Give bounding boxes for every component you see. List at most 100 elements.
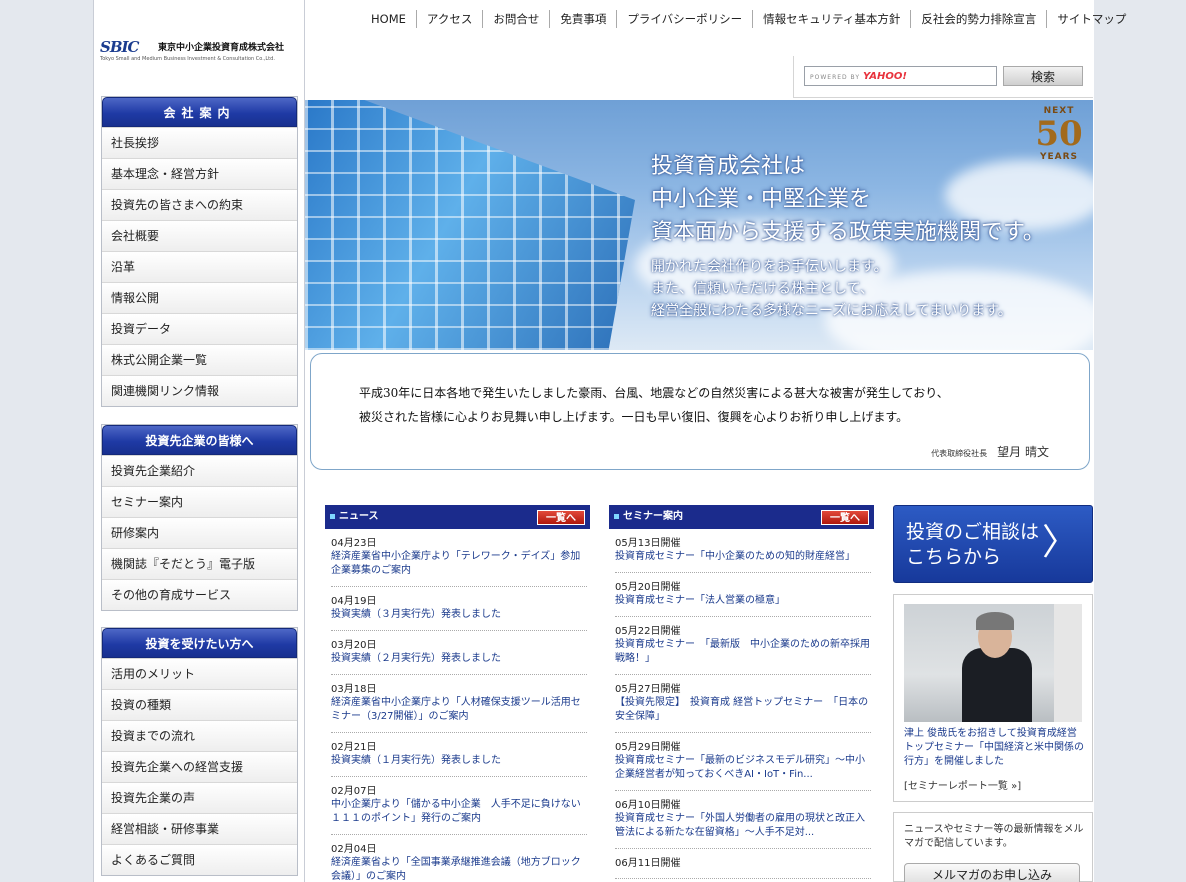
photo-background-board — [1054, 604, 1082, 722]
menu-item-related-links[interactable]: 関連機関リンク情報 — [102, 375, 297, 406]
news-date: 02月07日 — [331, 786, 377, 797]
news-link[interactable]: 経済産業省中小企業庁より「テレワーク・デイズ」参加企業募集のご案内 — [331, 550, 587, 578]
seminar-link[interactable]: 投資育成セミナー「外国人労働者の雇用の現状と改正入管法による新たな在留資格」～人… — [615, 812, 871, 840]
speaker-photo[interactable] — [904, 604, 1082, 722]
consultation-text: 投資のご相談は こちらから — [906, 520, 1039, 570]
logo-name-en: Tokyo Small and Medium Business Investme… — [100, 56, 275, 62]
menu-item-investment-data[interactable]: 投資データ — [102, 313, 297, 344]
seminar-link[interactable]: 投資育成セミナー「法人営業の極意」 — [615, 594, 871, 608]
report-list-link[interactable]: [セミナーレポート一覧 »] — [904, 777, 1021, 792]
menu-item-history[interactable]: 沿革 — [102, 251, 297, 282]
menu-item-seminars[interactable]: セミナー案内 — [102, 486, 297, 517]
news-link[interactable]: 投資実績（３月実行先）発表しました — [331, 608, 587, 622]
consultation-banner[interactable]: 投資のご相談は こちらから 〉 — [893, 505, 1093, 583]
news-link[interactable]: 経済産業省中小企業庁より「人材確保支援ツール活用セミナー（3/27開催）」のご案… — [331, 696, 587, 724]
menu-item-other-services[interactable]: その他の育成サービス — [102, 579, 297, 610]
seminar-item: 05月13日開催 投資育成セミナー「中小企業のための知的財産経営」 — [615, 529, 871, 573]
top-nav: HOME アクセス お問合せ 免責事項 プライバシーポリシー 情報セキュリティ基… — [361, 10, 1136, 28]
news-item: 02月07日 中小企業庁より「儲かる中小企業 人手不足に負けない１１１のポイント」… — [331, 777, 587, 835]
news-item: 02月21日 投資実績（１月実行先）発表しました — [331, 733, 587, 777]
news-more-button[interactable]: 一覧へ — [537, 510, 585, 525]
seminar-item: 05月27日開催 【投資先限定】 投資育成 経営トップセミナー 「日本の安全保障」 — [615, 675, 871, 733]
photo-speaker-body — [962, 648, 1032, 722]
menu-item-public-companies[interactable]: 株式公開企業一覧 — [102, 344, 297, 375]
yahoo-logo: YAHOO! — [862, 71, 907, 82]
seminar-date: 05月22日開催 — [615, 626, 681, 637]
menu-item-training[interactable]: 研修案内 — [102, 517, 297, 548]
menu-item-profile[interactable]: 会社概要 — [102, 220, 297, 251]
menu-item-greeting[interactable]: 社長挨拶 — [102, 127, 297, 158]
menu-prospective: 投資を受けたい方へ 活用のメリット 投資の種類 投資までの流れ 投資先企業への経… — [101, 627, 298, 876]
seminar-title: セミナー案内 — [623, 511, 683, 522]
nav-privacy[interactable]: プライバシーポリシー — [616, 10, 752, 28]
hero-headline-line: 資本面から支援する政策実施機関です。 — [651, 220, 1045, 245]
badge-number: 50 — [1035, 114, 1083, 154]
message-line-1: 平成30年に日本各地で発生いたしました豪雨、台風、地震などの自然災害による甚大な… — [359, 386, 949, 400]
news-date: 04月23日 — [331, 538, 377, 549]
menu-item-philosophy[interactable]: 基本理念・経営方針 — [102, 158, 297, 189]
seminar-more-button[interactable]: 一覧へ — [821, 510, 869, 525]
seminar-report: 津上 俊哉氏をお招きして投資育成経営トップセミナー「中国経済と米中関係の行方」を… — [893, 594, 1093, 802]
powered-by-text: POWERED BY — [810, 74, 861, 81]
seminar-item: 05月22日開催 投資育成セミナー 「最新版 中小企業のための新卒採用戦略！」 — [615, 617, 871, 675]
menu-item-magazine[interactable]: 機関誌『そだとう』電子版 — [102, 548, 297, 579]
news-item: 03月18日 経済産業省中小企業庁より「人材確保支援ツール活用セミナー（3/27開… — [331, 675, 587, 733]
newsletter-box: ニュースやセミナー等の最新情報をメルマガで配信しています。 メルマガのお申し込み — [893, 812, 1093, 882]
nav-sitemap[interactable]: サイトマップ — [1046, 10, 1136, 28]
newsletter-signup-button[interactable]: メルマガのお申し込み — [904, 863, 1080, 882]
logo-name-jp: 東京中小企業投資育成株式会社 — [158, 43, 285, 53]
menu-item-flow[interactable]: 投資までの流れ — [102, 720, 297, 751]
seminar-link[interactable]: 投資育成セミナー 「最新版 中小企業のための新卒採用戦略！」 — [615, 638, 871, 666]
seminar-header: セミナー案内 一覧へ — [609, 505, 874, 529]
signature-name: 望月 晴文 — [997, 445, 1049, 459]
company-logo[interactable]: SBIC 東京中小企業投資育成株式会社 Tokyo Small and Medi… — [100, 36, 300, 66]
photo-speaker-hair — [976, 612, 1014, 630]
consultation-line: 投資のご相談は — [906, 521, 1040, 543]
seminar-link[interactable]: 【投資先限定】 投資育成 経営トップセミナー 「日本の安全保障」 — [615, 696, 871, 724]
seminar-date: 05月20日開催 — [615, 582, 681, 593]
message-signature: 代表取締役社長 望月 晴文 — [931, 443, 1049, 460]
seminar-link[interactable]: 投資育成セミナー「中小企業のための知的財産経営」 — [615, 550, 871, 564]
nav-security-policy[interactable]: 情報セキュリティ基本方針 — [752, 10, 910, 28]
menu-company-title: 会社案内 — [102, 97, 297, 127]
news-item: 02月04日 経済産業省より「全国事業承継推進会議（地方ブロック会議）」のご案内 — [331, 835, 587, 882]
news-item: 04月19日 投資実績（３月実行先）発表しました — [331, 587, 587, 631]
seminar-item: 05月20日開催 投資育成セミナー「法人営業の極意」 — [615, 573, 871, 617]
report-caption-link[interactable]: 津上 俊哉氏をお招きして投資育成経営トップセミナー「中国経済と米中関係の行方」を… — [904, 727, 1084, 769]
seminar-link[interactable]: 投資育成セミナー「最新のビジネスモデル研究」～中小企業経営者が知っておくべきAI… — [615, 754, 871, 782]
nav-access[interactable]: アクセス — [415, 10, 482, 28]
nav-disclaimer[interactable]: 免責事項 — [549, 10, 616, 28]
menu-item-disclosure[interactable]: 情報公開 — [102, 282, 297, 313]
nav-contact[interactable]: お問合せ — [482, 10, 549, 28]
menu-company: 会社案内 社長挨拶 基本理念・経営方針 投資先の皆さまへの約束 会社概要 沿革 … — [101, 96, 298, 407]
nav-home[interactable]: HOME — [361, 10, 416, 28]
menu-item-faq[interactable]: よくあるご質問 — [102, 844, 297, 875]
news-date: 04月19日 — [331, 596, 377, 607]
search-button[interactable]: 検索 — [1003, 66, 1083, 86]
next-50-years-badge: NEXT 50 YEARS — [1031, 106, 1087, 176]
seminar-column: セミナー案内 一覧へ 05月13日開催 投資育成セミナー「中小企業のための知的財産経… — [609, 505, 874, 879]
news-link[interactable]: 投資実績（２月実行先）発表しました — [331, 652, 587, 666]
logo-mark: SBIC — [100, 38, 139, 56]
hero-subtext: 開かれた会社作りをお手伝いします。 また、信頼いただける株主として、 経営全般に… — [651, 256, 1012, 322]
signature-title: 代表取締役社長 — [931, 449, 988, 458]
news-link[interactable]: 中小企業庁より「儲かる中小企業 人手不足に負けない１１１のポイント」発行のご案内 — [331, 798, 587, 826]
menu-portfolio-title: 投資先企業の皆様へ — [102, 425, 297, 455]
news-item: 04月23日 経済産業省中小企業庁より「テレワーク・デイズ」参加企業募集のご案内 — [331, 529, 587, 587]
left-column: SBIC 東京中小企業投資育成株式会社 Tokyo Small and Medi… — [93, 0, 305, 882]
menu-portfolio: 投資先企業の皆様へ 投資先企業紹介 セミナー案内 研修案内 機関誌『そだとう』電… — [101, 424, 298, 611]
consultation-line: こちらから — [906, 546, 1002, 568]
menu-item-promise[interactable]: 投資先の皆さまへの約束 — [102, 189, 297, 220]
nav-antisocial[interactable]: 反社会的勢力排除宣言 — [910, 10, 1046, 28]
menu-item-merits[interactable]: 活用のメリット — [102, 658, 297, 689]
menu-item-portfolio-companies[interactable]: 投資先企業紹介 — [102, 455, 297, 486]
news-link[interactable]: 経済産業省より「全国事業承継推進会議（地方ブロック会議）」のご案内 — [331, 856, 587, 882]
menu-item-management-support[interactable]: 投資先企業への経営支援 — [102, 751, 297, 782]
menu-item-consulting[interactable]: 経営相談・研修事業 — [102, 813, 297, 844]
hero-headline: 投資育成会社は 中小企業・中堅企業を 資本面から支援する政策実施機関です。 — [651, 150, 1045, 249]
news-date: 02月04日 — [331, 844, 377, 855]
menu-item-investment-types[interactable]: 投資の種類 — [102, 689, 297, 720]
square-icon — [330, 513, 335, 519]
menu-item-voices[interactable]: 投資先企業の声 — [102, 782, 297, 813]
news-link[interactable]: 投資実績（１月実行先）発表しました — [331, 754, 587, 768]
